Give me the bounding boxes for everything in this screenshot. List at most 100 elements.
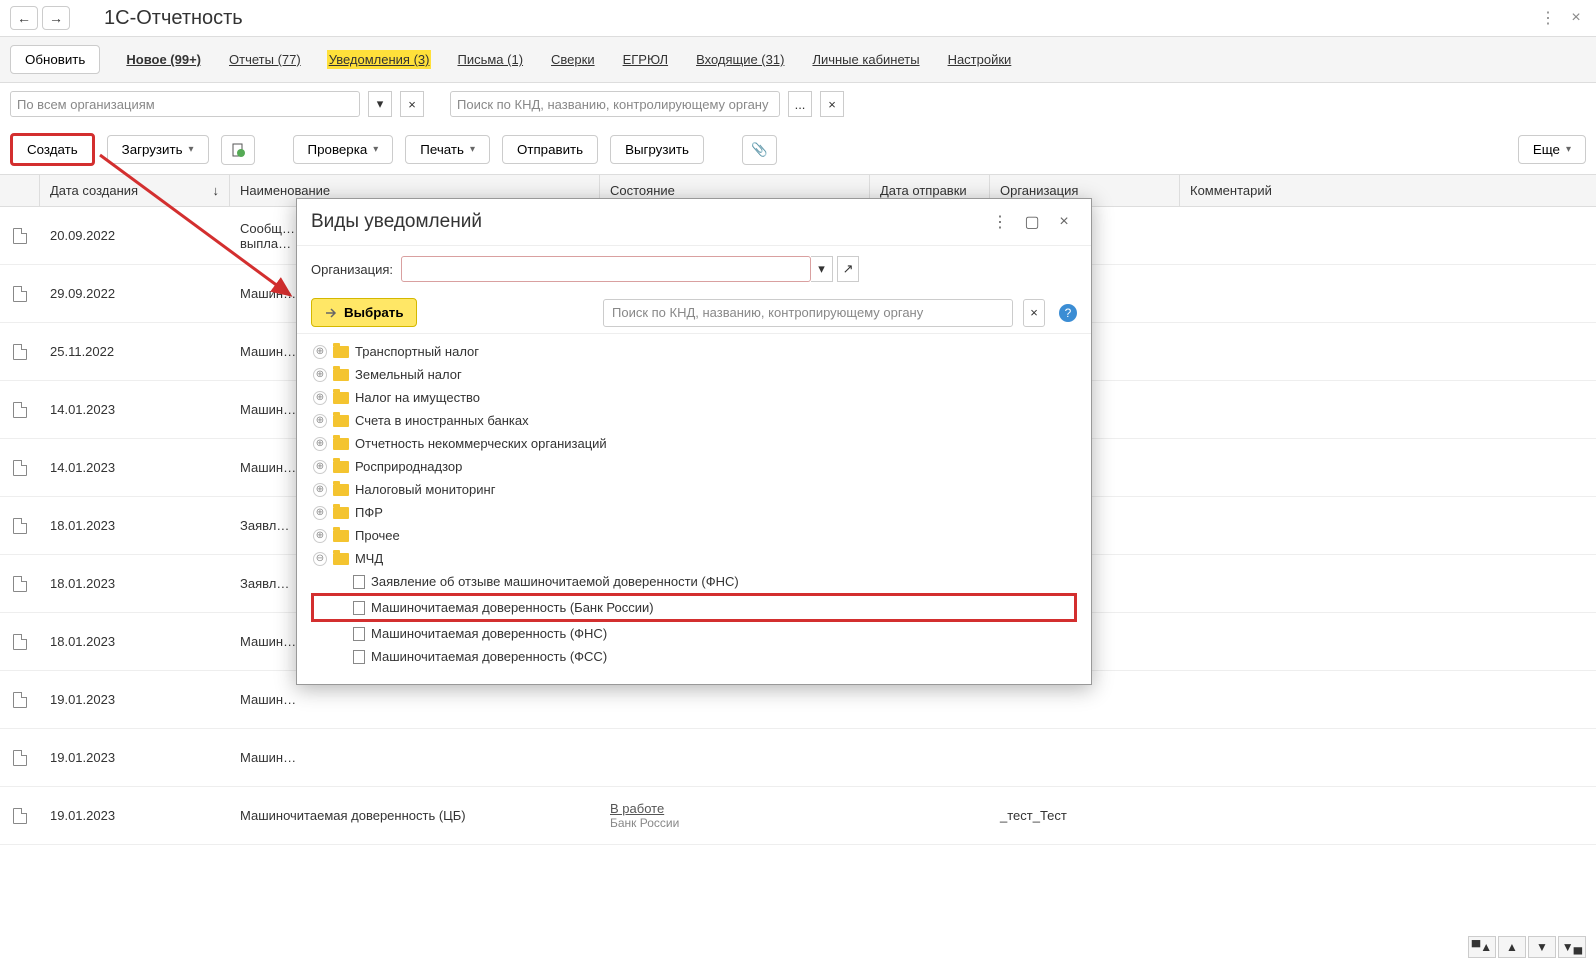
dialog-search-clear[interactable]: × bbox=[1023, 299, 1045, 327]
tab-new[interactable]: Новое (99+) bbox=[124, 50, 203, 69]
dialog-notification-types: Виды уведомлений ⋮ ▢ × Организация: ▾ ↗ … bbox=[296, 198, 1092, 685]
tree-document[interactable]: Машиночитаемая доверенность (ФНС) bbox=[311, 622, 1077, 645]
tree-toggle-icon[interactable] bbox=[313, 345, 327, 359]
tree-folder[interactable]: Росприроднадзор bbox=[311, 455, 1077, 478]
attach-button[interactable]: 📎 bbox=[742, 135, 777, 165]
check-button[interactable]: Проверка▾ bbox=[293, 135, 394, 164]
filter-search-clear[interactable]: × bbox=[820, 91, 844, 117]
folder-icon bbox=[333, 484, 349, 496]
row-icon-cell bbox=[0, 497, 40, 554]
tabs-bar: Обновить Новое (99+) Отчеты (77) Уведомл… bbox=[0, 37, 1596, 83]
document-icon bbox=[13, 228, 27, 244]
close-icon[interactable]: × bbox=[1566, 8, 1586, 28]
org-select-dropdown[interactable]: ▾ bbox=[368, 91, 392, 117]
table-row[interactable]: 19.01.2023 Машин… bbox=[0, 729, 1596, 787]
tab-cabinets[interactable]: Личные кабинеты bbox=[810, 50, 921, 69]
tree-toggle-icon[interactable] bbox=[313, 483, 327, 497]
tree-document[interactable]: Заявление об отзыве машиночитаемой довер… bbox=[311, 570, 1077, 593]
tree-folder[interactable]: Налог на имущество bbox=[311, 386, 1077, 409]
row-date-cell: 19.01.2023 bbox=[40, 671, 230, 728]
tab-reports[interactable]: Отчеты (77) bbox=[227, 50, 303, 69]
org-select-clear[interactable]: × bbox=[400, 91, 424, 117]
folder-icon bbox=[333, 530, 349, 542]
create-button[interactable]: Создать bbox=[10, 133, 95, 166]
dialog-kebab-icon[interactable]: ⋮ bbox=[987, 209, 1013, 235]
dialog-help-icon[interactable]: ? bbox=[1059, 304, 1077, 322]
dialog-maximize-icon[interactable]: ▢ bbox=[1019, 209, 1045, 235]
dialog-title: Виды уведомлений bbox=[311, 211, 981, 233]
dialog-org-dropdown[interactable]: ▾ bbox=[811, 256, 833, 282]
tree-folder[interactable]: Прочее bbox=[311, 524, 1077, 547]
chevron-down-icon: ▾ bbox=[1566, 144, 1571, 155]
nav-forward-button[interactable]: → bbox=[42, 6, 70, 30]
check-button-label: Проверка bbox=[308, 142, 368, 157]
tree-toggle-icon[interactable] bbox=[313, 391, 327, 405]
tree-folder[interactable]: Налоговый мониторинг bbox=[311, 478, 1077, 501]
column-header-comment[interactable]: Комментарий bbox=[1180, 175, 1596, 206]
refresh-button[interactable]: Обновить bbox=[10, 45, 100, 74]
tab-settings[interactable]: Настройки bbox=[946, 50, 1014, 69]
dialog-tree[interactable]: Транспортный налог Земельный налог Налог… bbox=[297, 333, 1091, 684]
column-header-date[interactable]: Дата создания↓ bbox=[40, 175, 230, 206]
tab-incoming[interactable]: Входящие (31) bbox=[694, 50, 786, 69]
unlock-button[interactable] bbox=[221, 135, 255, 165]
dialog-select-button[interactable]: Выбрать bbox=[311, 298, 417, 327]
row-comment-cell bbox=[1180, 729, 1596, 786]
tree-document-label: Машиночитаемая доверенность (ФНС) bbox=[371, 626, 607, 641]
tree-folder[interactable]: Счета в иностранных банках bbox=[311, 409, 1077, 432]
tree-toggle-icon[interactable] bbox=[313, 529, 327, 543]
filter-search-more[interactable]: ... bbox=[788, 91, 812, 117]
dialog-org-input[interactable] bbox=[401, 256, 811, 282]
tree-folder-label: Счета в иностранных банках bbox=[355, 413, 529, 428]
tab-egrul[interactable]: ЕГРЮЛ bbox=[621, 50, 670, 69]
tree-folder[interactable]: МЧД bbox=[311, 547, 1077, 570]
status-link[interactable]: В работе bbox=[610, 801, 664, 816]
tree-folder[interactable]: Транспортный налог bbox=[311, 340, 1077, 363]
tree-folder-label: Прочее bbox=[355, 528, 400, 543]
row-date-cell: 18.01.2023 bbox=[40, 497, 230, 554]
tree-folder[interactable]: ПФР bbox=[311, 501, 1077, 524]
document-icon bbox=[13, 286, 27, 302]
dialog-close-icon[interactable]: × bbox=[1051, 209, 1077, 235]
row-comment-cell bbox=[1180, 671, 1596, 728]
scroll-down-button[interactable]: ▼ bbox=[1528, 936, 1556, 958]
tree-toggle-icon[interactable] bbox=[313, 552, 327, 566]
scroll-up-button[interactable]: ▲ bbox=[1498, 936, 1526, 958]
tab-reconcile[interactable]: Сверки bbox=[549, 50, 597, 69]
print-button[interactable]: Печать▾ bbox=[405, 135, 490, 164]
export-button[interactable]: Выгрузить bbox=[610, 135, 704, 164]
more-button[interactable]: Еще▾ bbox=[1518, 135, 1586, 164]
tree-toggle-icon[interactable] bbox=[313, 506, 327, 520]
tab-notifications[interactable]: Уведомления (3) bbox=[327, 50, 432, 69]
tree-toggle-icon[interactable] bbox=[313, 460, 327, 474]
tree-folder[interactable]: Отчетность некоммерческих организаций bbox=[311, 432, 1077, 455]
print-button-label: Печать bbox=[420, 142, 464, 157]
row-date-cell: 14.01.2023 bbox=[40, 439, 230, 496]
table-row[interactable]: 19.01.2023 Машиночитаемая доверенность (… bbox=[0, 787, 1596, 845]
tree-document[interactable]: Машиночитаемая доверенность (Банк России… bbox=[311, 593, 1077, 622]
load-button[interactable]: Загрузить▾ bbox=[107, 135, 209, 164]
dialog-org-open[interactable]: ↗ bbox=[837, 256, 859, 282]
send-button[interactable]: Отправить bbox=[502, 135, 598, 164]
document-icon bbox=[353, 650, 365, 664]
tree-toggle-icon[interactable] bbox=[313, 437, 327, 451]
scroll-bottom-button[interactable]: ▼▄ bbox=[1558, 936, 1586, 958]
folder-icon bbox=[333, 346, 349, 358]
tree-toggle-icon[interactable] bbox=[313, 414, 327, 428]
nav-back-button[interactable]: ← bbox=[10, 6, 38, 30]
kebab-icon[interactable]: ⋮ bbox=[1538, 8, 1558, 28]
dialog-search-input[interactable]: Поиск по КНД, названию, контропирующему … bbox=[603, 299, 1013, 327]
tab-letters[interactable]: Письма (1) bbox=[455, 50, 525, 69]
document-icon bbox=[353, 575, 365, 589]
tree-toggle-icon[interactable] bbox=[313, 368, 327, 382]
tree-folder[interactable]: Земельный налог bbox=[311, 363, 1077, 386]
row-comment-cell bbox=[1180, 613, 1596, 670]
filter-search-input[interactable]: Поиск по КНД, названию, контролирующему … bbox=[450, 91, 780, 117]
row-name-cell: Машиночитаемая доверенность (ЦБ) bbox=[230, 787, 600, 844]
column-header-icon[interactable] bbox=[0, 175, 40, 206]
org-select[interactable]: По всем организациям bbox=[10, 91, 360, 117]
scroll-top-button[interactable]: ▀▲ bbox=[1468, 936, 1496, 958]
row-comment-cell bbox=[1180, 787, 1596, 844]
org-select-placeholder: По всем организациям bbox=[17, 97, 155, 112]
tree-document[interactable]: Машиночитаемая доверенность (ФСС) bbox=[311, 645, 1077, 668]
